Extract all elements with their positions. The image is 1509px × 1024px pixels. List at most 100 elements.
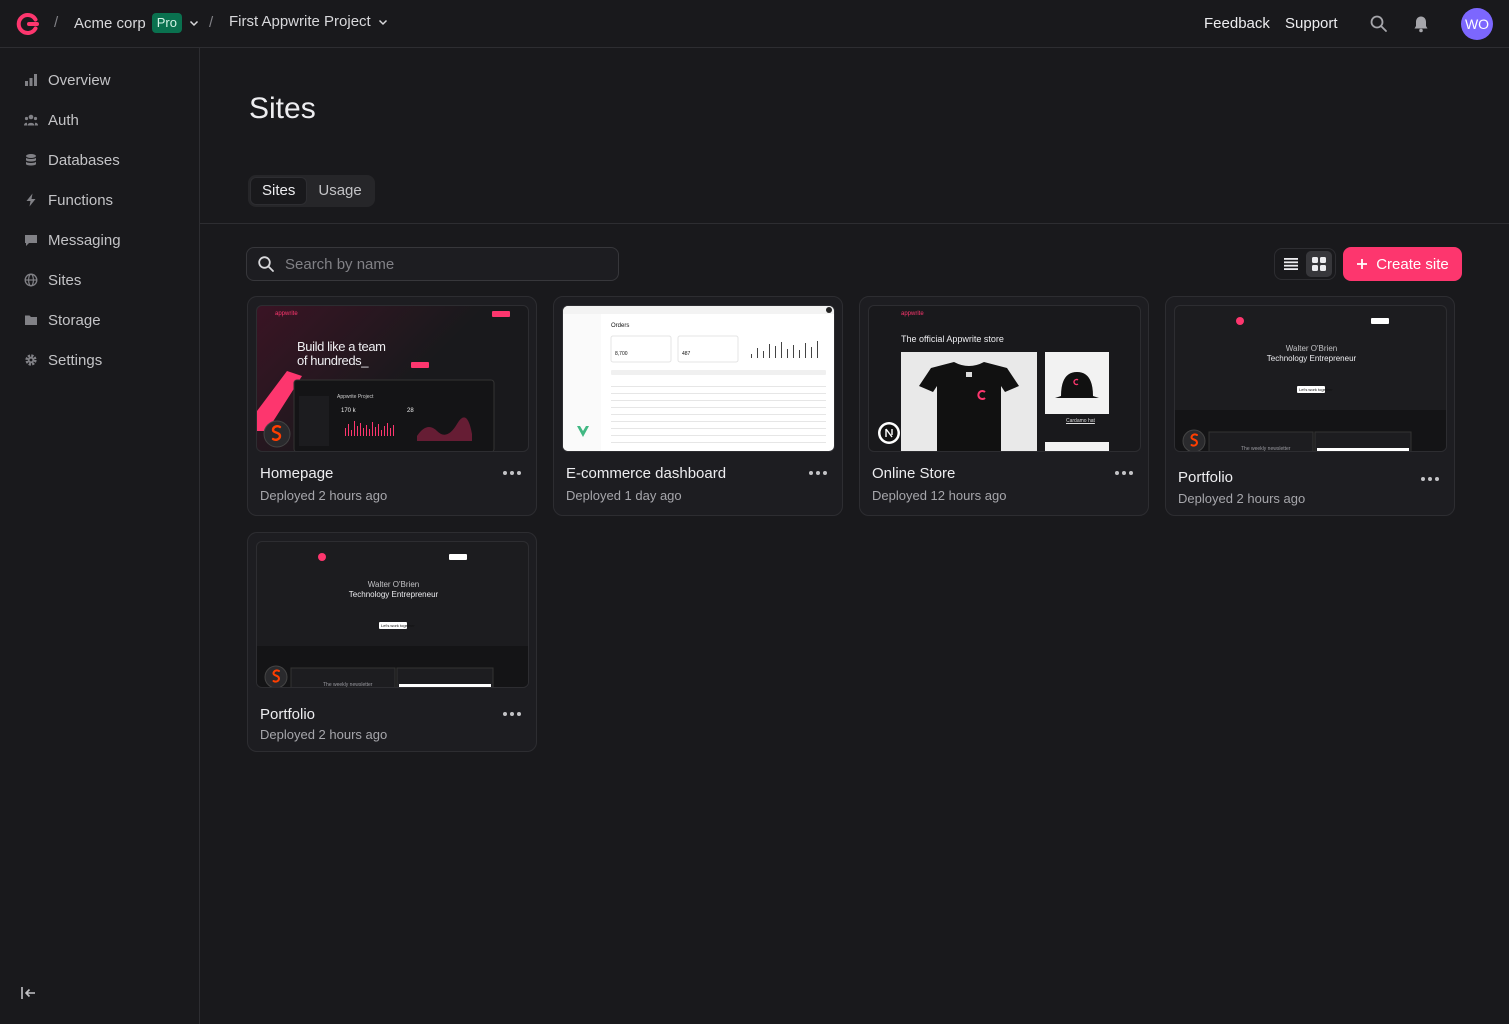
site-name: Portfolio [1178, 469, 1234, 486]
more-options-icon[interactable] [502, 467, 522, 479]
create-site-label: Create site [1376, 255, 1449, 273]
site-name: E-commerce dashboard [566, 465, 727, 482]
preview-newsletter: The weekly newsletter [323, 682, 373, 688]
grid-view-button[interactable] [1306, 251, 1332, 277]
divider [200, 223, 1509, 224]
more-options-icon[interactable] [502, 708, 522, 720]
site-preview: Walter O'Brien Technology Entrepreneur L… [1174, 305, 1447, 452]
sidebar-item-overview[interactable]: Overview [16, 64, 184, 96]
sidebar: Overview Auth Databases Functions Messag… [0, 48, 200, 1024]
site-name: Online Store [872, 465, 956, 482]
preview-brand: appwrite [901, 311, 924, 317]
sidebar-item-functions[interactable]: Functions [16, 184, 184, 216]
sidebar-item-sites[interactable]: Sites [16, 264, 184, 296]
preview-heading: Orders [611, 323, 630, 329]
homepage-preview-graphic [257, 311, 510, 451]
sidebar-item-label: Auth [48, 111, 79, 129]
preview-person: Walter O'Brien [1285, 344, 1338, 353]
sidebar-item-label: Messaging [48, 231, 121, 249]
project-selector[interactable]: First Appwrite Project [229, 13, 389, 30]
project-name: First Appwrite Project [229, 13, 371, 30]
portfolio-preview-graphic [257, 553, 528, 687]
breadcrumb-separator: / [54, 14, 59, 31]
site-preview: Walter O'Brien Technology Entrepreneur L… [256, 541, 529, 688]
site-card-ecommerce-dashboard[interactable]: Orders 8,700 487 E-commerce dashboard De… [553, 296, 843, 516]
preview-cta: Let's work together [381, 623, 415, 628]
sidebar-item-label: Storage [48, 311, 101, 329]
search-icon [258, 256, 274, 272]
lightning-icon [26, 193, 36, 207]
collapse-sidebar-icon[interactable] [20, 984, 38, 1002]
search-input[interactable] [285, 255, 605, 273]
users-icon [24, 114, 38, 126]
org-name: Acme corp [74, 14, 146, 32]
appwrite-logo-icon[interactable] [16, 12, 40, 36]
plus-icon [1357, 259, 1368, 269]
support-link[interactable]: Support [1285, 15, 1338, 32]
site-card-portfolio[interactable]: Walter O'Brien Technology Entrepreneur L… [247, 532, 537, 752]
search-icon[interactable] [1369, 14, 1389, 34]
globe-icon [24, 273, 38, 287]
site-preview: appwrite Build like a team of hundreds_ … [256, 305, 529, 452]
deploy-status: Deployed 1 day ago [566, 488, 682, 503]
view-toggle [1274, 248, 1336, 280]
search-field[interactable] [246, 247, 619, 281]
dashboard-preview-graphic [563, 306, 834, 451]
preview-person: Walter O'Brien [367, 580, 420, 589]
sidebar-item-auth[interactable]: Auth [16, 104, 184, 136]
tab-bar: Sites Usage [248, 175, 375, 207]
sidebar-item-label: Databases [48, 151, 120, 169]
preview-role: Technology Entrepreneur [348, 590, 439, 599]
chevron-down-icon [378, 19, 387, 25]
portfolio-preview-graphic [1175, 317, 1446, 451]
grid-icon [1312, 257, 1326, 271]
breadcrumb-separator: / [209, 14, 214, 31]
site-card-homepage[interactable]: appwrite Build like a team of hundreds_ … [247, 296, 537, 516]
preview-project: Appwrite Project [337, 394, 374, 400]
chat-icon [25, 235, 37, 246]
sidebar-item-label: Overview [48, 71, 111, 89]
feedback-link[interactable]: Feedback [1204, 15, 1270, 32]
preview-newsletter: The weekly newsletter [1241, 446, 1291, 452]
preview-stat: 487 [682, 351, 691, 357]
more-options-icon[interactable] [1420, 473, 1440, 485]
site-name: Homepage [260, 465, 334, 482]
preview-brand: appwrite [275, 311, 298, 317]
list-view-button[interactable] [1278, 251, 1304, 277]
tab-usage[interactable]: Usage [307, 177, 372, 205]
preview-stat: 170 k [341, 408, 356, 414]
preview-headline: of hundreds_ [297, 353, 369, 368]
site-preview: appwrite The official Appwrite store Car… [868, 305, 1141, 452]
more-options-icon[interactable] [808, 467, 828, 479]
chevron-down-icon [189, 20, 198, 27]
plan-badge: Pro [151, 13, 182, 33]
avatar[interactable]: WO [1461, 8, 1493, 40]
folder-icon [25, 315, 37, 325]
sidebar-item-label: Sites [48, 271, 82, 289]
sidebar-item-storage[interactable]: Storage [16, 304, 184, 336]
site-card-online-store[interactable]: appwrite The official Appwrite store Car… [859, 296, 1149, 516]
site-name: Portfolio [260, 706, 316, 723]
org-selector[interactable]: Acme corp Pro [74, 13, 200, 33]
preview-headline: The official Appwrite store [901, 334, 1004, 344]
preview-product: Cardamo hat [1066, 418, 1095, 424]
deploy-status: Deployed 2 hours ago [260, 727, 388, 742]
preview-cta: Let's work together [1299, 387, 1333, 392]
create-site-button[interactable]: Create site [1343, 247, 1462, 281]
svelte-icon [263, 420, 291, 448]
sidebar-item-settings[interactable]: Settings [16, 344, 184, 376]
store-preview-graphic [878, 352, 1109, 451]
preview-stat: 8,700 [615, 351, 628, 357]
deploy-status: Deployed 2 hours ago [260, 488, 388, 503]
deploy-status: Deployed 2 hours ago [1178, 491, 1306, 506]
more-options-icon[interactable] [1114, 467, 1134, 479]
sidebar-item-messaging[interactable]: Messaging [16, 224, 184, 256]
site-card-portfolio[interactable]: Walter O'Brien Technology Entrepreneur L… [1165, 296, 1455, 516]
deploy-status: Deployed 12 hours ago [872, 488, 1007, 503]
tab-sites[interactable]: Sites [250, 177, 308, 205]
sidebar-item-databases[interactable]: Databases [16, 144, 184, 176]
site-preview: Orders 8,700 487 [562, 305, 835, 452]
list-icon [1284, 258, 1298, 270]
preview-headline: Build like a team [297, 339, 386, 354]
bell-icon[interactable] [1411, 14, 1431, 34]
